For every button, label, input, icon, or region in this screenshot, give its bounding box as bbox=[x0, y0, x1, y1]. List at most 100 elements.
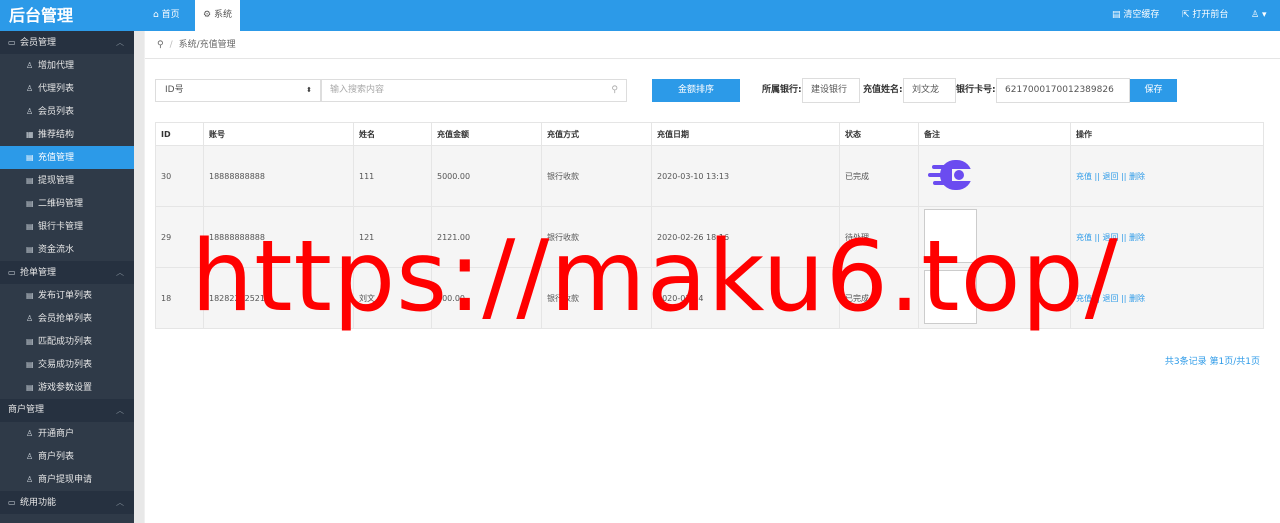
sidebar-item-game-params[interactable]: ▤ 游戏参数设置 bbox=[0, 376, 134, 399]
card-field[interactable]: 6217000170012389826 bbox=[996, 78, 1130, 103]
breadcrumb-path: 系统/充值管理 bbox=[178, 40, 236, 50]
item-label: 会员列表 bbox=[38, 107, 75, 117]
sidebar-item-agent-list[interactable]: ♙ 代理列表 bbox=[0, 77, 134, 100]
card-label: 银行卡号: bbox=[956, 85, 996, 95]
sidebar-item-match-success[interactable]: ▤ 匹配成功列表 bbox=[0, 330, 134, 353]
sidebar-item-recharge[interactable]: ▤ 充值管理 bbox=[0, 146, 134, 169]
group-label: 会员管理 bbox=[20, 38, 57, 48]
search-field-select[interactable]: ID号 ⬍ bbox=[155, 79, 321, 102]
sidebar: ▭ 会员管理 ︿ ♙ 增加代理 ♙ 代理列表 ♙ 会员列表 ▦ 推荐结构 ▤ 充值管理 ▤ 提现… bbox=[0, 31, 134, 523]
sidebar-item-bank-card[interactable]: ▤ 银行卡管理 bbox=[0, 215, 134, 238]
header-note: 备注 bbox=[918, 122, 1071, 146]
search-placeholder: 输入搜索内容 bbox=[330, 85, 385, 95]
document-icon: ▤ bbox=[26, 176, 34, 185]
brand-logo-image bbox=[924, 156, 972, 194]
user-icon: ♙ bbox=[26, 61, 34, 70]
clear-cache-label: 清空缓存 bbox=[1123, 10, 1160, 20]
item-label: 会员抢单列表 bbox=[38, 314, 93, 324]
grid-icon: ▦ bbox=[26, 130, 34, 139]
top-bar bbox=[0, 0, 1280, 31]
sidebar-item-withdraw[interactable]: ▤ 提现管理 bbox=[0, 169, 134, 192]
group-label: 商户管理 bbox=[8, 405, 45, 415]
cell-amount: 5000.00 bbox=[431, 145, 542, 207]
sidebar-item-publish-orders[interactable]: ▤ 发布订单列表 bbox=[0, 284, 134, 307]
group-label: 统用功能 bbox=[20, 498, 57, 508]
tab-system[interactable]: ⚙ 系统 bbox=[195, 0, 240, 31]
table-header-row: ID 账号 姓名 充值金额 充值方式 充值日期 状态 备注 操作 bbox=[155, 122, 1264, 146]
user-icon: ♙ bbox=[26, 107, 34, 116]
sort-arrows-icon: ⬍ bbox=[306, 86, 312, 94]
sidebar-item-trade-success[interactable]: ▤ 交易成功列表 bbox=[0, 353, 134, 376]
cell-method: 银行收款 bbox=[541, 145, 652, 207]
document-icon: ▤ bbox=[26, 199, 34, 208]
user-icon: ♙ bbox=[26, 452, 34, 461]
header-id: ID bbox=[155, 122, 204, 146]
document-icon: ▤ bbox=[26, 222, 34, 231]
item-label: 交易成功列表 bbox=[38, 360, 93, 370]
folder-icon: ▭ bbox=[8, 498, 16, 507]
cell-name: 111 bbox=[353, 145, 432, 207]
user-menu-button[interactable]: ♙ ▾ bbox=[1251, 0, 1266, 31]
save-button[interactable]: 保存 bbox=[1130, 79, 1177, 102]
sidebar-item-qrcode[interactable]: ▤ 二维码管理 bbox=[0, 192, 134, 215]
cell-id: 30 bbox=[155, 145, 204, 207]
item-label: 增加代理 bbox=[38, 61, 75, 71]
search-icon[interactable]: ⚲ bbox=[611, 80, 618, 101]
item-label: 二维码管理 bbox=[38, 199, 84, 209]
item-label: 发布订单列表 bbox=[38, 291, 93, 301]
header-name: 姓名 bbox=[353, 122, 432, 146]
amount-sort-button[interactable]: 金额排序 bbox=[652, 79, 740, 102]
name-field[interactable]: 刘文龙 bbox=[903, 78, 956, 103]
name-label: 充值姓名: bbox=[863, 85, 903, 95]
item-label: 开通商户 bbox=[38, 429, 75, 439]
document-icon: ▤ bbox=[26, 153, 34, 162]
sidebar-scrollbar[interactable] bbox=[134, 31, 144, 523]
sidebar-group-common[interactable]: ▭ 统用功能 ︿ bbox=[0, 491, 134, 514]
document-icon: ▤ bbox=[26, 360, 34, 369]
bank-field[interactable]: 建设银行 bbox=[802, 78, 860, 103]
item-label: 提现管理 bbox=[38, 176, 75, 186]
sidebar-item-member-list[interactable]: ♙ 会员列表 bbox=[0, 100, 134, 123]
sidebar-item-member-grab[interactable]: ♙ 会员抢单列表 bbox=[0, 307, 134, 330]
user-icon: ♙ bbox=[1251, 10, 1260, 20]
item-label: 代理列表 bbox=[38, 84, 75, 94]
cell-note bbox=[918, 145, 1071, 207]
document-icon: ▤ bbox=[26, 245, 34, 254]
user-icon: ♙ bbox=[26, 314, 34, 323]
sidebar-item-add-agent[interactable]: ♙ 增加代理 bbox=[0, 54, 134, 77]
sidebar-item-merchant-list[interactable]: ♙ 商户列表 bbox=[0, 445, 134, 468]
chevron-icon: ︿ bbox=[116, 38, 124, 47]
chevron-down-icon: ▾ bbox=[1261, 10, 1267, 20]
sidebar-group-orders[interactable]: ▭ 抢单管理 ︿ bbox=[0, 261, 134, 284]
item-label: 商户提现申请 bbox=[38, 475, 93, 485]
chevron-icon: ︿ bbox=[116, 268, 124, 277]
item-label: 商户列表 bbox=[38, 452, 75, 462]
breadcrumb: ⚲ / 系统/充值管理 bbox=[145, 31, 1280, 59]
cell-status: 已完成 bbox=[839, 145, 919, 207]
sidebar-item-open-merchant[interactable]: ♙ 开通商户 bbox=[0, 422, 134, 445]
header-date: 充值日期 bbox=[651, 122, 840, 146]
bank-label: 所属银行: bbox=[762, 85, 802, 95]
chevron-icon: ︿ bbox=[116, 406, 124, 415]
sidebar-item-referral[interactable]: ▦ 推荐结构 bbox=[0, 123, 134, 146]
user-icon: ♙ bbox=[26, 429, 34, 438]
brand-title: 后台管理 bbox=[0, 0, 134, 31]
sidebar-item-funds-flow[interactable]: ▤ 资金流水 bbox=[0, 238, 134, 261]
clear-cache-button[interactable]: ▤ 清空缓存 bbox=[1112, 0, 1159, 31]
sidebar-group-merchants[interactable]: 商户管理 ︿ bbox=[0, 399, 134, 422]
header-status: 状态 bbox=[839, 122, 919, 146]
document-icon: ▤ bbox=[26, 291, 34, 300]
cell-ops[interactable]: 充值 || 退回 || 删除 bbox=[1070, 145, 1264, 207]
item-label: 推荐结构 bbox=[38, 130, 75, 140]
gear-icon: ⚙ bbox=[203, 10, 212, 20]
search-input[interactable]: 输入搜索内容 ⚲ bbox=[321, 79, 627, 102]
select-value: ID号 bbox=[165, 85, 184, 95]
sidebar-item-merchant-withdraw[interactable]: ♙ 商户提现申请 bbox=[0, 468, 134, 491]
chevron-icon: ︿ bbox=[116, 498, 124, 507]
group-label: 抢单管理 bbox=[20, 268, 57, 278]
sidebar-group-members[interactable]: ▭ 会员管理 ︿ bbox=[0, 31, 134, 54]
tab-home-label: 首页 bbox=[161, 10, 180, 20]
header-amount: 充值金额 bbox=[431, 122, 542, 146]
open-front-button[interactable]: ⇱ 打开前台 bbox=[1182, 0, 1228, 31]
tab-home[interactable]: ⌂ 首页 bbox=[145, 0, 188, 31]
